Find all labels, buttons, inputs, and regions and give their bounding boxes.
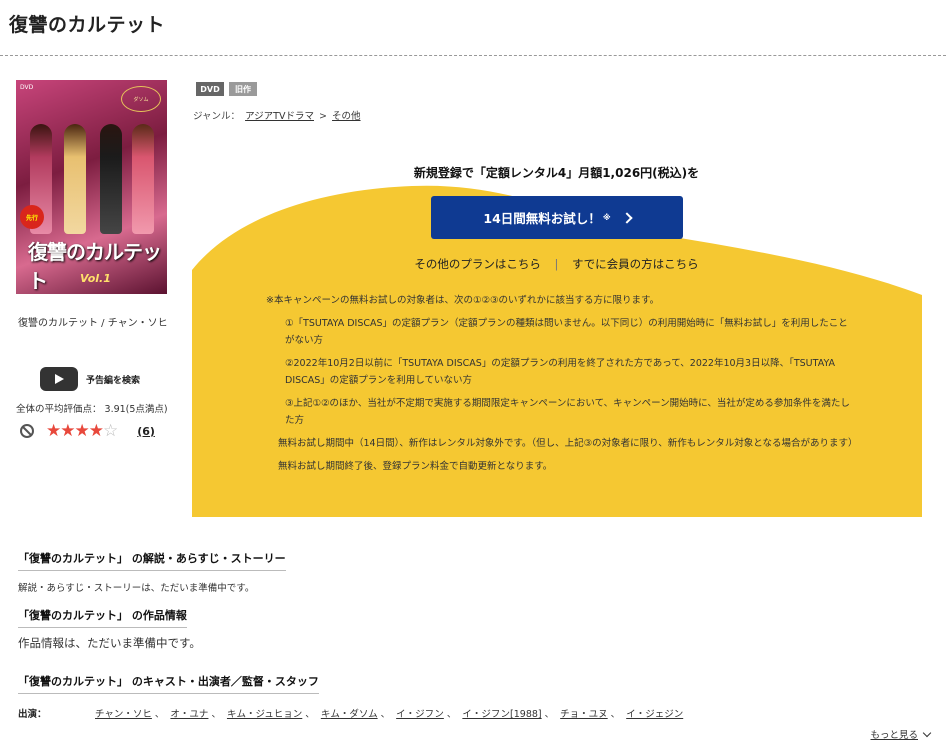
story-section-heading: 「復讐のカルテット」 の解説・あらすじ・ストーリー [18, 550, 286, 571]
other-plans-link[interactable]: その他のプランはこちら [414, 257, 541, 271]
notes-lead: ※本キャンペーンの無料お試しの対象者は、次の①②③のいずれかに該当する方に限りま… [266, 295, 660, 306]
genre-breadcrumb: ジャンル： アジアTVドラマ > その他 [193, 108, 363, 122]
cast-separator: 、 [610, 709, 621, 720]
notes-trial: 無料お試し期間中（14日間）、新作はレンタル対象外です。（但し、上記③の対象者に… [278, 438, 858, 449]
cast-list: チャン・ソヒ、オ・ユナ、キム・ジュヒョン、キム・ダソム、イ・ジフン、イ・ジフン[… [95, 706, 683, 720]
cast-link[interactable]: キム・ダソム [321, 709, 378, 720]
average-rating: 全体の平均評価点： 3.91(5点満点) [16, 404, 168, 415]
notes-item-1: ①「TSUTAYA DISCAS」の定額プラン（定額プランの種類は問いません。以… [285, 318, 848, 346]
cover-dvd-mark: DVD [20, 84, 34, 91]
cast-row: 出演： チャン・ソヒ、オ・ユナ、キム・ジュヒョン、キム・ダソム、イ・ジフン、イ・… [18, 706, 683, 720]
plan-links: その他のプランはこちら | すでに会員の方はこちら [300, 256, 813, 272]
cover-figure [132, 124, 154, 234]
genre-arrow: > [319, 111, 327, 122]
stars-empty: ☆ [102, 421, 118, 441]
title-divider [0, 55, 946, 56]
cast-link[interactable]: イ・ジェジン [626, 709, 683, 720]
cover-promo-badge: ダソム [121, 86, 161, 112]
review-count-link[interactable]: (6) [137, 425, 155, 438]
notes-item-3: ③上記①②のほか、当社が不定期で実施する期間限定キャンペーンにおいて、キャンペー… [285, 398, 850, 426]
rating-row: ★★★★☆ (6) [20, 421, 155, 441]
notes-item-2: ②2022年10月2日以前に「TSUTAYA DISCAS」の定額プランの利用を… [285, 358, 836, 386]
show-more-label: もっと見る [870, 730, 918, 741]
cast-label: 出演： [18, 709, 47, 720]
chevron-right-icon [620, 211, 633, 224]
genre-link-asia-tv[interactable]: アジアTVドラマ [245, 111, 314, 122]
campaign-notes: ※本キャンペーンの無料お試しの対象者は、次の①②③のいずれかに該当する方に限りま… [266, 292, 858, 481]
trailer-search[interactable]: 予告編を検索 [40, 367, 140, 391]
promo-heading: 新規登録で「定額レンタル4」月額1,026円(税込)を [413, 166, 700, 180]
stars-filled: ★★★★ [46, 421, 104, 441]
info-section-heading: 「復讐のカルテット」 の作品情報 [18, 607, 187, 628]
story-text: 解説・あらすじ・ストーリーは、ただいま準備中です。 [18, 583, 255, 594]
info-text: 作品情報は、ただいま準備中です。 [18, 636, 201, 650]
cover-sticker: 先行 [20, 205, 44, 229]
free-trial-note: ※ [602, 213, 611, 222]
page-title: 復讐のカルテット [9, 14, 166, 36]
free-trial-label: 14日間無料お試し！ [483, 211, 601, 226]
chevron-down-icon [922, 728, 932, 737]
cast-link[interactable]: イ・ジフン[1988] [462, 709, 541, 720]
old-release-badge: 旧作 [229, 82, 257, 96]
notes-renewal: 無料お試し期間終了後、登録プラン料金で自動更新となります。 [278, 461, 553, 472]
cover-figure [64, 124, 86, 234]
cover-image[interactable]: DVD ダソム 先行 復讐のカルテット Vol.1 [16, 80, 167, 294]
plan-links-separator: | [554, 257, 559, 271]
genre-label: ジャンル： [193, 111, 241, 122]
cast-link[interactable]: キム・ジュヒョン [227, 709, 302, 720]
product-caption: 復讐のカルテット / チャン・ソヒ [18, 318, 168, 329]
genre-link-other[interactable]: その他 [332, 111, 361, 122]
cast-separator: 、 [380, 709, 391, 720]
cover-figure [100, 124, 122, 234]
show-more-link[interactable]: もっと見る [870, 727, 932, 741]
cast-link[interactable]: チョ・ユヌ [560, 709, 608, 720]
cast-separator: 、 [154, 709, 165, 720]
play-icon[interactable] [40, 367, 78, 391]
cover-title: 復讐のカルテット [28, 240, 162, 293]
prohibited-icon[interactable] [20, 424, 34, 438]
dvd-badge: DVD [196, 82, 224, 96]
cast-link[interactable]: チャン・ソヒ [95, 709, 152, 720]
cast-separator: 、 [544, 709, 555, 720]
cast-separator: 、 [446, 709, 457, 720]
member-login-link[interactable]: すでに会員の方はこちら [572, 257, 699, 271]
cast-separator: 、 [211, 709, 221, 720]
cast-link[interactable]: イ・ジフン [396, 709, 444, 720]
cast-section-heading: 「復讐のカルテット」 のキャスト・出演者／監督・スタッフ [18, 673, 319, 694]
cast-separator: 、 [305, 709, 315, 720]
cast-link[interactable]: オ・ユナ [170, 709, 208, 720]
trailer-label[interactable]: 予告編を検索 [86, 373, 140, 386]
star-rating: ★★★★☆ [46, 421, 118, 441]
free-trial-button[interactable]: 14日間無料お試し！ ※ [431, 196, 683, 239]
cover-vol: Vol.1 [80, 272, 111, 285]
